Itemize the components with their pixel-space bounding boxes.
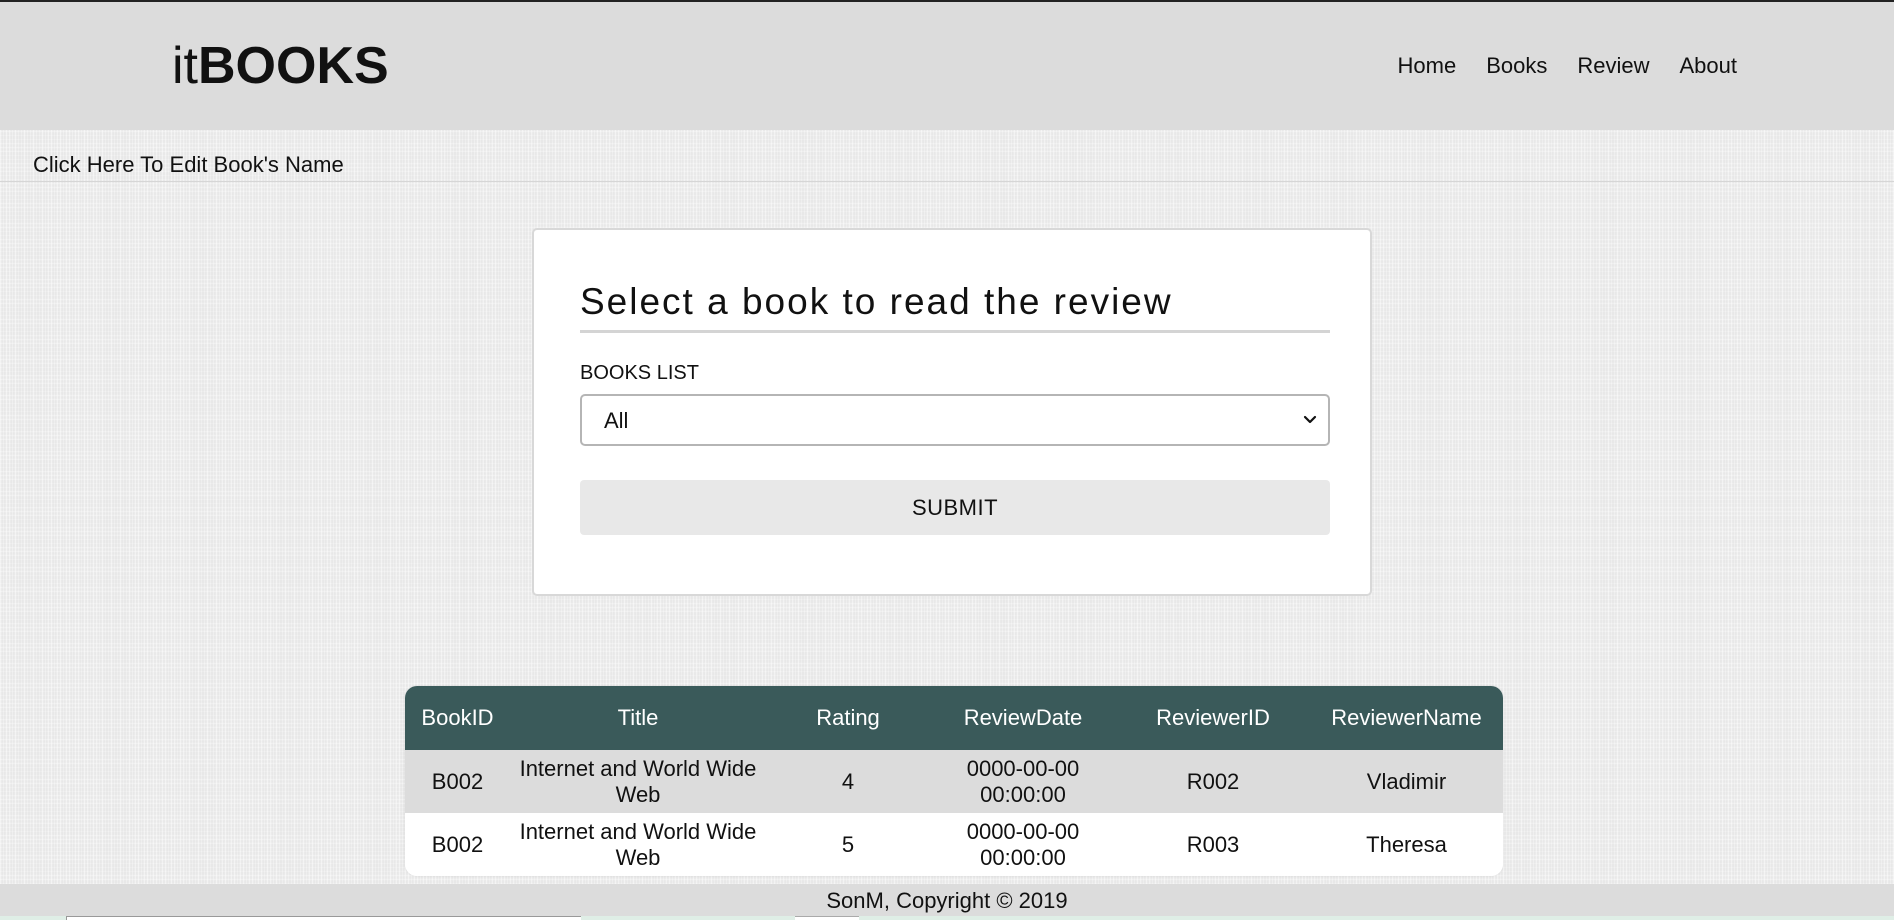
- table-row: B002 Internet and World Wide Web 4 0000-…: [405, 750, 1503, 813]
- site-header: itBOOKS Home Books Review About: [0, 2, 1894, 130]
- review-select-card: Select a book to read the review BOOKS L…: [532, 228, 1372, 596]
- brand-prefix: it: [172, 37, 198, 95]
- nav-books[interactable]: Books: [1486, 52, 1547, 80]
- books-list-select[interactable]: All: [580, 394, 1330, 446]
- table-header-row: BookID Title Rating ReviewDate ReviewerI…: [405, 686, 1503, 750]
- edit-book-name-link[interactable]: Click Here To Edit Book's Name: [33, 151, 344, 179]
- cell-reviewername: Vladimir: [1310, 750, 1503, 813]
- site-footer: SonM, Copyright © 2019: [0, 884, 1894, 920]
- nav-about[interactable]: About: [1680, 52, 1738, 80]
- column-header-title: Title: [510, 686, 766, 750]
- column-header-reviewerid: ReviewerID: [1116, 686, 1310, 750]
- cell-rating: 4: [766, 750, 930, 813]
- books-list-selected-value: All: [604, 408, 629, 433]
- cell-bookid: B002: [405, 750, 510, 813]
- cell-title: Internet and World Wide Web: [510, 750, 766, 813]
- main-nav: Home Books Review About: [1398, 52, 1737, 80]
- section-divider: [0, 181, 1894, 182]
- table-row: B002 Internet and World Wide Web 5 0000-…: [405, 813, 1503, 876]
- column-header-reviewername: ReviewerName: [1310, 686, 1503, 750]
- reviews-table: BookID Title Rating ReviewDate ReviewerI…: [405, 686, 1503, 876]
- cell-reviewdate: 0000-00-00 00:00:00: [930, 813, 1116, 876]
- copyright-text: SonM, Copyright © 2019: [826, 888, 1068, 913]
- chevron-down-icon: [1303, 415, 1317, 424]
- bottom-strip: [0, 916, 1894, 920]
- submit-button[interactable]: SUBMIT: [580, 480, 1330, 535]
- card-title: Select a book to read the review: [580, 280, 1330, 333]
- cell-rating: 5: [766, 813, 930, 876]
- reviews-table-container: BookID Title Rating ReviewDate ReviewerI…: [405, 686, 1503, 876]
- cell-bookid: B002: [405, 813, 510, 876]
- brand-bold: BOOKS: [198, 37, 389, 95]
- column-header-bookid: BookID: [405, 686, 510, 750]
- books-list-label: BOOKS LIST: [580, 362, 699, 384]
- column-header-reviewdate: ReviewDate: [930, 686, 1116, 750]
- cell-reviewerid: R003: [1116, 813, 1310, 876]
- bottom-strip-segment: [66, 916, 581, 920]
- cell-reviewdate: 0000-00-00 00:00:00: [930, 750, 1116, 813]
- brand-logo[interactable]: itBOOKS: [172, 36, 389, 96]
- cell-title: Internet and World Wide Web: [510, 813, 766, 876]
- cell-reviewerid: R002: [1116, 750, 1310, 813]
- nav-review[interactable]: Review: [1577, 52, 1649, 80]
- cell-reviewername: Theresa: [1310, 813, 1503, 876]
- column-header-rating: Rating: [766, 686, 930, 750]
- nav-home[interactable]: Home: [1398, 52, 1457, 80]
- bottom-strip-segment: [795, 916, 859, 920]
